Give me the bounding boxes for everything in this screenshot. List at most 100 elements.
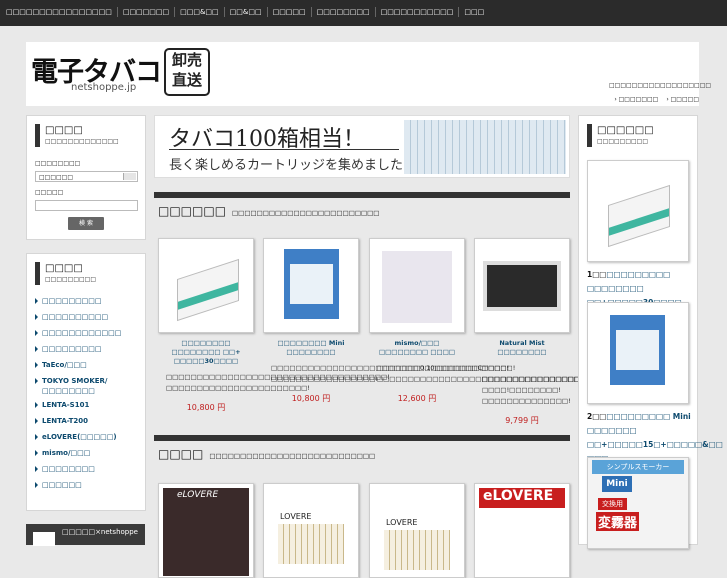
product-card[interactable]: □□□□□□□□ Mini □□□□□□□□ □□□□□□□□□□□□□□□□□… bbox=[263, 238, 489, 404]
category-link[interactable]: □□□□□□□□□□ bbox=[35, 312, 145, 328]
product-box-shape bbox=[177, 258, 239, 322]
facebook-avatar bbox=[33, 532, 55, 546]
category-link[interactable]: eLOVERE(□□□□□) bbox=[35, 432, 145, 448]
logo-domain: netshoppe.jp bbox=[71, 82, 137, 93]
product-brand-text: LOVERE bbox=[280, 512, 312, 521]
category-label: □□□□□□□□ bbox=[35, 160, 81, 167]
category-box-title: □□□□ □□□□□□□□□ bbox=[35, 262, 96, 285]
header-links: › □□□□□□□ › □□□□□ bbox=[614, 96, 699, 103]
top-nav-link[interactable]: □□□&□□ bbox=[174, 7, 224, 17]
keyword-input[interactable] bbox=[35, 200, 138, 211]
search-button[interactable]: 検 索 bbox=[68, 217, 104, 230]
header-link[interactable]: › □□□□□□□ bbox=[614, 96, 658, 103]
product-name[interactable]: Natural Mist □□□□□□□□ bbox=[474, 339, 570, 357]
product-box-shape bbox=[610, 315, 665, 385]
ranking-ad[interactable]: シンプルスモーカー Mini 交換用 変霧器 bbox=[587, 457, 691, 549]
ranking-title: □□□□□□ □□□□□□□□□ bbox=[587, 124, 654, 147]
product-image[interactable]: LOVERE bbox=[263, 483, 359, 578]
ad-big-label: 変霧器 bbox=[596, 512, 640, 531]
promo-banner[interactable]: タバコ100箱相当！ 長く楽しめるカートリッジを集めました bbox=[154, 115, 570, 178]
banner-cartridge-image bbox=[404, 120, 566, 174]
product-card[interactable]: mismo/□□□ □□□□□□□□ □□□□ □□□□□□□0.10□□□□□… bbox=[369, 238, 586, 404]
category-link[interactable]: □□□□□□□□□□□□ bbox=[35, 328, 145, 344]
category-link[interactable]: mismo/□□□ bbox=[35, 448, 145, 464]
product-box-shape bbox=[384, 530, 450, 570]
category-link[interactable]: □□□□□□□□□ bbox=[35, 296, 145, 312]
site-logo[interactable]: 電子タバコ 卸売直送 netshoppe.jp bbox=[26, 42, 212, 100]
category-link[interactable]: □□□□□□ bbox=[35, 480, 145, 496]
product-desc: □□□□□□□□□□□□□□□□□□□□□□□□□□□□□□□□□□□!□□□□… bbox=[271, 364, 489, 383]
product-name[interactable]: mismo/□□□ □□□□□□□□ □□□□ bbox=[369, 339, 465, 357]
ad-image[interactable]: シンプルスモーカー Mini 交換用 変霧器 bbox=[587, 457, 689, 549]
category-select[interactable]: □□□□□□ bbox=[35, 171, 138, 182]
product-image[interactable] bbox=[263, 238, 359, 333]
category-link[interactable]: □□□□□□□□□ bbox=[35, 344, 145, 360]
ranking-item[interactable]: 2□□□□□□□□□□□ Mini □□□□□□□ □□+□□□□□15□+□□… bbox=[587, 302, 723, 466]
top-nav-link[interactable]: □□□ bbox=[458, 7, 489, 17]
top-nav-link[interactable]: □□□□□□□□□□□ bbox=[374, 7, 459, 17]
product-desc: □□□□!□□□□□□□□□□□□□□□□□□□!□□□□!□□□□□□□□!□… bbox=[482, 364, 602, 405]
ad-headline: シンプルスモーカー bbox=[592, 460, 684, 474]
search-box-title: □□□□ □□□□□□□□□□□□□ bbox=[35, 124, 119, 147]
section-heading: □□□□□□ □□□□□□□□□□□□□□□□□□□□□□□□ bbox=[158, 204, 380, 218]
product-image[interactable] bbox=[369, 238, 465, 333]
product-card[interactable]: LOVERE bbox=[369, 483, 465, 578]
product-desc: □□□□□□□0.10□□□□□□□C□□□□□!□□□□□□□□□□□□□□□… bbox=[377, 364, 586, 383]
product-box-shape bbox=[278, 524, 344, 564]
section-heading: □□□□ □□□□□□□□□□□□□□□□□□□□□□□□□□□ bbox=[158, 447, 376, 461]
section-divider bbox=[154, 435, 570, 441]
product-price: 9,799 円 bbox=[505, 416, 539, 425]
product-card[interactable]: □□□□□□□□ □□□□□□□□ □□+ □□□□□30□□□□ □□□□□□… bbox=[158, 238, 390, 413]
top-navigation: □□□□□□□□□□□□□□□□ □□□□□□□ □□□&□□ □□&□□ □□… bbox=[0, 0, 727, 26]
ad-mini-label: Mini bbox=[602, 476, 632, 492]
header-tagline: □□□□□□□□□□□□□□□□□□ bbox=[609, 82, 712, 89]
product-image[interactable]: eLOVERE bbox=[474, 483, 570, 578]
product-image[interactable] bbox=[474, 238, 570, 333]
category-link[interactable]: LENTA-S101 bbox=[35, 400, 145, 416]
logo-stamp: 卸売直送 bbox=[164, 48, 210, 96]
product-name[interactable]: □□□□□□□□ Mini □□□□□□□□ bbox=[263, 339, 359, 357]
top-nav-link[interactable]: □□&□□ bbox=[223, 7, 267, 17]
product-name[interactable]: □□□□□□□□ □□□□□□□□ □□+ □□□□□30□□□□ bbox=[158, 339, 254, 366]
top-nav-link[interactable]: □□□□□ bbox=[266, 7, 311, 17]
product-image[interactable]: eLOVERE bbox=[158, 483, 254, 578]
category-link[interactable]: TOKYO SMOKER/□□□□□□□□ bbox=[35, 376, 145, 400]
product-box-shape bbox=[284, 249, 339, 319]
facebook-text: □□□□□×netshoppe bbox=[62, 528, 138, 536]
dropdown-arrow-icon bbox=[123, 173, 136, 180]
category-link[interactable]: TaEco/□□□ bbox=[35, 360, 145, 376]
category-box: □□□□ □□□□□□□□□ □□□□□□□□□ □□□□□□□□□□ □□□□… bbox=[26, 253, 146, 511]
product-image[interactable] bbox=[158, 238, 254, 333]
product-card[interactable]: Natural Mist □□□□□□□□ □□□□!□□□□□□□□□□□□□… bbox=[474, 238, 602, 426]
banner-subline: 長く楽しめるカートリッジを集めました bbox=[169, 158, 404, 173]
ranking-image[interactable] bbox=[587, 160, 689, 262]
category-link[interactable]: LENTA-T200 bbox=[35, 416, 145, 432]
product-price: 12,600 円 bbox=[397, 394, 437, 403]
keyword-label: □□□□□ bbox=[35, 189, 64, 196]
category-link[interactable]: □□□□□□□□ bbox=[35, 464, 145, 480]
top-nav-link[interactable]: □□□□□□□ bbox=[116, 7, 174, 17]
product-card[interactable]: eLOVERE bbox=[474, 483, 570, 578]
product-card[interactable]: eLOVERE bbox=[158, 483, 254, 578]
product-price: 10,800 円 bbox=[291, 394, 331, 403]
category-list: □□□□□□□□□ □□□□□□□□□□ □□□□□□□□□□□□ □□□□□□… bbox=[35, 296, 145, 496]
facebook-widget[interactable]: □□□□□×netshoppe bbox=[26, 524, 145, 546]
ranking-image[interactable] bbox=[587, 302, 689, 404]
top-nav-links: □□□□□□□□□□□□□□□□ □□□□□□□ □□□&□□ □□&□□ □□… bbox=[6, 7, 489, 17]
site-header: 電子タバコ 卸売直送 netshoppe.jp □□□□□□□□□□□□□□□□… bbox=[26, 42, 712, 106]
top-nav-link[interactable]: □□□□□□□□ bbox=[310, 7, 375, 17]
banner-divider bbox=[169, 149, 399, 150]
product-image[interactable]: LOVERE bbox=[369, 483, 465, 578]
ranking-item[interactable]: 1□□□□□□□□□□□ □□□□□□□□ □□+□□□□□30□□□□ bbox=[587, 160, 691, 310]
product-box-shape bbox=[163, 488, 249, 576]
product-box-shape bbox=[608, 184, 670, 248]
product-brand-text: eLOVERE bbox=[483, 488, 554, 504]
product-card[interactable]: LOVERE bbox=[263, 483, 359, 578]
product-box-shape bbox=[382, 251, 452, 323]
top-nav-link[interactable]: □□□□□□□□□□□□□□□□ bbox=[6, 7, 117, 17]
section-divider bbox=[154, 192, 570, 198]
header-link[interactable]: › □□□□□ bbox=[666, 96, 699, 103]
ranking-sidebar: □□□□□□ □□□□□□□□□ 1□□□□□□□□□□□ □□□□□□□□ □… bbox=[578, 115, 723, 549]
search-box: □□□□ □□□□□□□□□□□□□ □□□□□□□□ □□□□□□ □□□□□… bbox=[26, 115, 146, 240]
product-desc: □□□□□□□□□□□□□□□□□□□□□□□□□□□□□□□□□□□□!□□□… bbox=[166, 373, 390, 392]
